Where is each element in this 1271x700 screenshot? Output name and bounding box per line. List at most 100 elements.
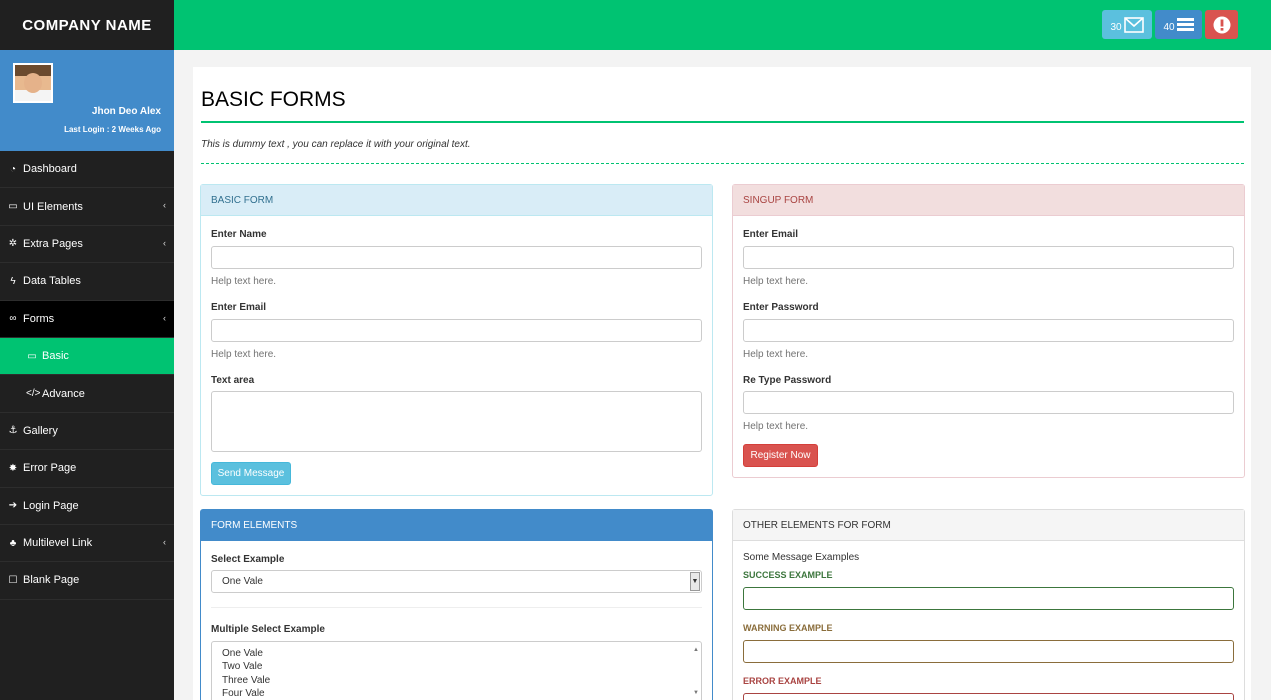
- chevron-left-icon: ‹: [163, 312, 166, 323]
- signup-email-label: Enter Email: [743, 229, 799, 240]
- chevron-left-icon: ‹: [163, 237, 166, 248]
- error-label: ERROR EXAMPLE: [743, 676, 822, 686]
- form-elements-panel: FORM ELEMENTS Select Example One Vale ▼ …: [200, 509, 713, 700]
- messages-button[interactable]: 30: [1102, 10, 1152, 39]
- form-elements-title: FORM ELEMENTS: [201, 510, 712, 541]
- name-input[interactable]: [211, 246, 702, 269]
- success-label: SUCCESS EXAMPLE: [743, 570, 833, 580]
- error-input[interactable]: [743, 693, 1234, 700]
- sidebar-item-label: Data Tables: [23, 275, 81, 288]
- retype-password-help: Help text here.: [743, 421, 809, 432]
- warning-label: WARNING EXAMPLE: [743, 623, 833, 633]
- user-name: Jhon Deo Alex: [91, 106, 161, 117]
- email-input[interactable]: [211, 319, 702, 342]
- brand-logo[interactable]: COMPANY NAME: [0, 0, 174, 50]
- retype-password-label: Re Type Password: [743, 375, 832, 386]
- sign-in-icon: ➔: [8, 500, 18, 512]
- title-divider: [201, 121, 1244, 123]
- dotted-divider: [201, 163, 1244, 164]
- warning-input[interactable]: [743, 640, 1234, 663]
- sidebar-item-label: Advance: [42, 387, 85, 400]
- square-icon: ☐: [8, 574, 18, 586]
- textarea-label: Text area: [211, 375, 255, 386]
- message-examples-text: Some Message Examples: [743, 552, 860, 563]
- messages-count: 30: [1110, 22, 1122, 33]
- sidebar-item-login-page[interactable]: ➔ Login Page: [0, 488, 174, 525]
- sidebar-item-label: Basic: [42, 350, 69, 363]
- multi-select[interactable]: One Vale Two Vale Three Vale Four Vale ▲…: [211, 641, 702, 700]
- sidebar-item-error-page[interactable]: ✸ Error Page: [0, 450, 174, 488]
- user-profile: Jhon Deo Alex Last Login : 2 Weeks Ago: [0, 50, 174, 151]
- multi-option[interactable]: Two Vale: [222, 660, 691, 673]
- sidebar-item-advance[interactable]: </> Advance: [0, 375, 174, 413]
- divider: [211, 607, 702, 608]
- scrollbar[interactable]: ▲ ▼: [693, 644, 699, 700]
- scroll-up-icon[interactable]: ▲: [693, 644, 699, 657]
- sidebar-item-multilevel-link[interactable]: ♣ Multilevel Link ‹: [0, 525, 174, 563]
- list-icon: [1176, 18, 1194, 31]
- name-label: Enter Name: [211, 229, 267, 240]
- select-label: Select Example: [211, 554, 285, 565]
- top-navbar: [0, 0, 1271, 50]
- signup-email-input[interactable]: [743, 246, 1234, 269]
- password-help: Help text here.: [743, 349, 809, 360]
- chevron-left-icon: ‹: [163, 536, 166, 547]
- caret-down-icon: ▼: [690, 572, 700, 591]
- page-title: BASIC FORMS: [201, 88, 346, 111]
- multi-option[interactable]: One Vale: [222, 647, 691, 660]
- dashboard-icon: ◔: [9, 163, 17, 175]
- sidebar-item-blank-page[interactable]: ☐ Blank Page: [0, 562, 174, 600]
- success-input[interactable]: [743, 587, 1234, 610]
- sidebar-item-data-tables[interactable]: ϟ Data Tables: [0, 263, 174, 301]
- exclamation-circle-icon: [1213, 16, 1230, 33]
- sidebar-item-label: Extra Pages: [23, 237, 83, 250]
- sidebar: Jhon Deo Alex Last Login : 2 Weeks Ago ◔…: [0, 50, 174, 700]
- sidebar-item-label: UI Elements: [23, 200, 83, 213]
- code-icon: </>: [26, 388, 41, 400]
- scroll-down-icon[interactable]: ▼: [693, 687, 699, 700]
- sitemap-icon: ♣: [9, 537, 17, 549]
- password-input[interactable]: [743, 319, 1234, 342]
- bolt-icon: ϟ: [10, 275, 16, 287]
- multi-option[interactable]: Four Vale: [222, 687, 691, 700]
- example-select[interactable]: One Vale ▼: [211, 570, 702, 593]
- main-content: BASIC FORMS This is dummy text , you can…: [193, 67, 1251, 700]
- bicycle-icon: ∞: [9, 313, 17, 325]
- sidebar-item-label: Forms: [23, 312, 55, 325]
- sidebar-item-basic[interactable]: ▭ Basic: [0, 337, 174, 376]
- other-elements-title: OTHER ELEMENTS FOR FORM: [733, 510, 1244, 541]
- signup-form-panel: SINGUP FORM Enter Email Help text here. …: [732, 184, 1245, 478]
- alerts-button[interactable]: [1205, 10, 1238, 39]
- other-elements-panel: OTHER ELEMENTS FOR FORM Some Message Exa…: [732, 509, 1245, 700]
- bug-icon: ✸: [8, 462, 18, 474]
- desktop-icon: ▭: [27, 350, 37, 362]
- send-message-button[interactable]: Send Message: [211, 462, 291, 485]
- sidebar-item-forms[interactable]: ∞ Forms ‹: [0, 300, 174, 338]
- sidebar-item-ui-elements[interactable]: ▭ UI Elements ‹: [0, 188, 174, 226]
- tasks-count: 40: [1163, 22, 1175, 33]
- avatar[interactable]: [13, 63, 53, 103]
- last-login: Last Login : 2 Weeks Ago: [64, 125, 161, 134]
- sidebar-item-label: Multilevel Link: [23, 537, 93, 550]
- retype-password-input[interactable]: [743, 391, 1234, 414]
- sidebar-item-label: Gallery: [23, 424, 58, 437]
- message-textarea[interactable]: [211, 391, 702, 452]
- page-intro: This is dummy text , you can replace it …: [201, 139, 471, 150]
- sidebar-item-label: Error Page: [23, 462, 77, 475]
- sidebar-item-label: Login Page: [23, 499, 79, 512]
- desktop-icon: ▭: [8, 201, 18, 213]
- name-help: Help text here.: [211, 276, 277, 287]
- sidebar-item-gallery[interactable]: ⚓ Gallery: [0, 413, 174, 451]
- register-button[interactable]: Register Now: [743, 444, 818, 467]
- basic-form-title: BASIC FORM: [201, 185, 712, 216]
- sidebar-item-dashboard[interactable]: ◔ Dashboard: [0, 151, 174, 189]
- anchor-icon: ⚓: [8, 425, 18, 437]
- select-value: One Vale: [222, 576, 263, 587]
- chevron-left-icon: ‹: [163, 200, 166, 211]
- multi-option[interactable]: Three Vale: [222, 674, 691, 687]
- sidebar-item-extra-pages[interactable]: ✲ Extra Pages ‹: [0, 226, 174, 264]
- tasks-button[interactable]: 40: [1155, 10, 1202, 39]
- password-label: Enter Password: [743, 302, 819, 313]
- sidebar-item-label: Blank Page: [23, 574, 80, 587]
- cogs-icon: ✲: [8, 238, 18, 250]
